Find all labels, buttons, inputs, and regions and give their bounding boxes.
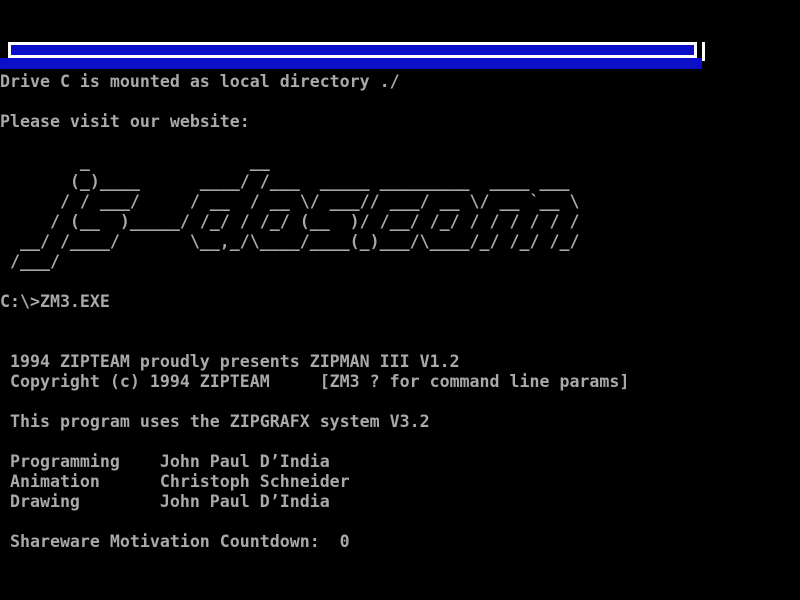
jsdos-logo-line-6: /___/ xyxy=(0,252,60,272)
dos-screen[interactable]: Drive C is mounted as local directory ./… xyxy=(0,0,800,600)
credit-drawing: Drawing John Paul D’India xyxy=(0,492,330,512)
loading-progress-bar xyxy=(8,42,697,58)
jsdos-logo-line-1: _ __ xyxy=(0,152,270,172)
jsdos-logo-line-5: __/ /____/ \__,_/\____/____(_)___/\____/… xyxy=(0,232,579,252)
jsdos-logo-line-3: / / ___/ / __ / __ \/ ___// ___/ __ \/ _… xyxy=(0,192,579,212)
jsdos-logo-line-4: / (__ )_____/ /_/ / /_/ (__ )/ /__/ /_/ … xyxy=(0,212,579,232)
website-message: Please visit our website: xyxy=(0,112,250,132)
credit-animation: Animation Christoph Schneider xyxy=(0,472,350,492)
zipman-copyright: Copyright (c) 1994 ZIPTEAM [ZM3 ? for co… xyxy=(0,372,629,392)
loading-progress-bar-fill xyxy=(0,58,702,69)
command-prompt: C:\>ZM3.EXE xyxy=(0,292,110,312)
zipman-presents: 1994 ZIPTEAM proudly presents ZIPMAN III… xyxy=(0,352,460,372)
zipgrafx-message: This program uses the ZIPGRAFX system V3… xyxy=(0,412,430,432)
loading-progress-bar-right-edge xyxy=(702,42,705,61)
mount-message: Drive C is mounted as local directory ./ xyxy=(0,72,400,92)
shareware-countdown: Shareware Motivation Countdown: 0 xyxy=(0,532,350,552)
jsdos-logo-line-2: (_)____ ____/ /___ _____ _________ ____ … xyxy=(0,172,569,192)
credit-programming: Programming John Paul D’India xyxy=(0,452,330,472)
